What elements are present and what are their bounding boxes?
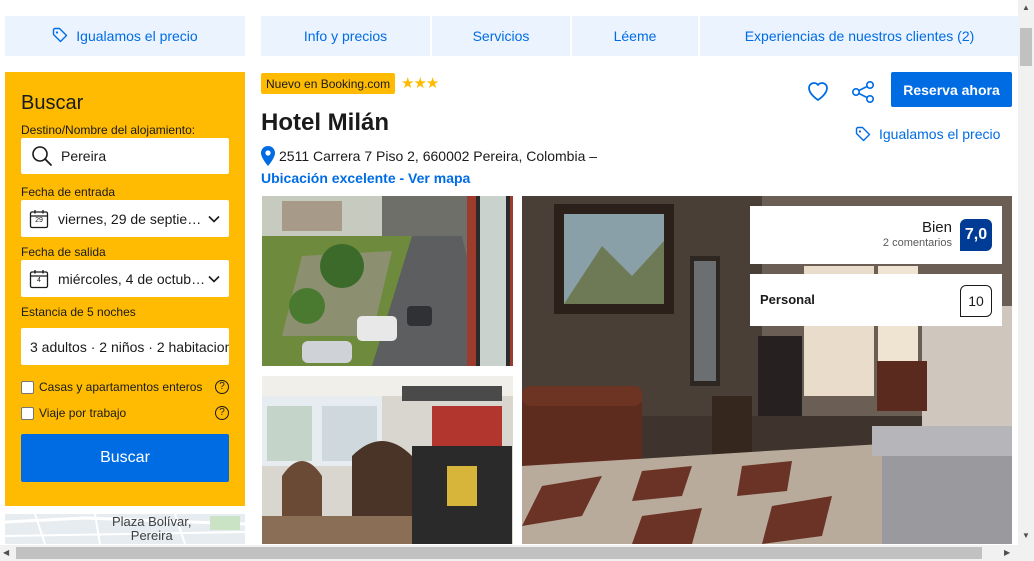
address-text: 2511 Carrera 7 Piso 2, 660002 Pereira, C… — [279, 148, 598, 164]
review-score-badge: 7,0 — [960, 219, 992, 251]
horizontal-scrollbar[interactable]: ◀ ▶ — [0, 545, 1034, 561]
map-place: Plaza Bolívar, — [112, 514, 192, 529]
staff-score-badge: 10 — [960, 285, 992, 317]
review-summary: Bien 2 comentarios — [883, 219, 952, 249]
destination-label: Destino/Nombre del alojamiento: — [21, 123, 196, 137]
chevron-down-icon — [208, 215, 220, 223]
guests-value: 3 adultos · 2 niños · 2 habitaciones — [30, 338, 229, 355]
price-match-link-label: Igualamos el precio — [879, 126, 1001, 142]
star-rating: ★★★ — [401, 75, 439, 92]
share-icon[interactable] — [851, 80, 875, 104]
work-trip-option[interactable]: Viaje por trabajo ? — [21, 406, 229, 420]
reserve-now-button[interactable]: Reserva ahora — [891, 72, 1012, 107]
tab-label: Servicios — [472, 28, 530, 44]
vertical-scroll-thumb[interactable] — [1020, 28, 1032, 66]
tab-label: Experiencias de nuestros clientes (2) — [744, 28, 975, 44]
price-match-link[interactable]: Igualamos el precio — [855, 126, 1000, 142]
help-icon[interactable]: ? — [215, 380, 229, 394]
tab-info-prices[interactable]: Info y precios — [261, 16, 430, 56]
hotel-address: 2511 Carrera 7 Piso 2, 660002 Pereira, C… — [261, 146, 597, 166]
staff-label: Personal — [760, 292, 815, 307]
checkout-date-field[interactable]: 4 miércoles, 4 de octub… — [21, 260, 229, 297]
review-score-card[interactable]: Bien 2 comentarios 7,0 — [750, 206, 1002, 264]
search-panel: Buscar Destino/Nombre del alojamiento: P… — [5, 72, 245, 506]
tag-icon — [855, 126, 871, 142]
entire-homes-checkbox[interactable] — [21, 380, 34, 394]
tab-guest-reviews[interactable]: Experiencias de nuestros clientes (2) — [700, 16, 1019, 56]
search-button[interactable]: Buscar — [21, 434, 229, 482]
vertical-scrollbar[interactable]: ▲ ▼ — [1018, 0, 1034, 545]
chevron-down-icon — [208, 275, 220, 283]
staff-score-card: Personal 10 — [750, 274, 1002, 326]
hotel-name: Hotel Milán — [261, 109, 390, 136]
property-tabs: Info y precios Servicios Léeme Experienc… — [261, 16, 1019, 56]
tab-label: Léeme — [613, 28, 657, 44]
price-match-label: Igualamos el precio — [76, 28, 198, 44]
street-photo-art — [262, 196, 513, 366]
horizontal-scroll-thumb[interactable] — [16, 547, 982, 559]
guests-selector[interactable]: 3 adultos · 2 niños · 2 habitaciones — [21, 328, 229, 365]
checkin-value: viernes, 29 de septie… — [58, 210, 202, 227]
work-trip-label: Viaje por trabajo — [39, 406, 127, 420]
lobby-photo-art — [262, 376, 513, 544]
scroll-up-arrow[interactable]: ▲ — [1022, 3, 1030, 12]
hotel-photo-street[interactable] — [262, 196, 513, 366]
destination-value: Pereira — [61, 148, 107, 164]
map-city: Pereira — [130, 528, 173, 543]
destination-input[interactable]: Pereira — [21, 138, 229, 174]
checkin-date-field[interactable]: 29 viernes, 29 de septie… — [21, 200, 229, 237]
map-preview[interactable]: Plaza Bolívar, Pereira — [5, 514, 245, 544]
work-trip-checkbox[interactable] — [21, 406, 34, 420]
hotel-photo-lobby[interactable] — [262, 376, 513, 544]
stay-length-label: Estancia de 5 noches — [21, 305, 136, 319]
price-match-tab[interactable]: Igualamos el precio — [5, 16, 245, 56]
calendar-icon: 29 — [29, 209, 49, 229]
new-property-badge: Nuevo en Booking.com — [261, 73, 396, 94]
checkin-label: Fecha de entrada — [21, 185, 116, 199]
help-icon[interactable]: ? — [215, 406, 229, 420]
calendar-day: 29 — [35, 216, 43, 224]
tab-label: Info y precios — [303, 28, 388, 44]
tab-services[interactable]: Servicios — [432, 16, 570, 56]
search-title: Buscar — [21, 92, 84, 114]
location-pin-icon — [261, 146, 275, 166]
rating-word: Bien — [921, 219, 952, 236]
heart-icon[interactable] — [806, 80, 830, 102]
scroll-left-arrow[interactable]: ◀ — [3, 548, 9, 557]
review-count: 2 comentarios — [882, 237, 952, 249]
map-label: Plaza Bolívar, Pereira — [112, 515, 192, 543]
tab-read-me[interactable]: Léeme — [572, 16, 698, 56]
checkout-value: miércoles, 4 de octub… — [58, 270, 206, 287]
scroll-down-arrow[interactable]: ▼ — [1022, 531, 1030, 540]
checkout-label: Fecha de salida — [21, 245, 106, 259]
entire-homes-label: Casas y apartamentos enteros — [39, 380, 203, 394]
scroll-right-arrow[interactable]: ▶ — [1004, 548, 1010, 557]
search-icon — [31, 145, 53, 167]
tag-icon — [52, 27, 68, 46]
entire-homes-option[interactable]: Casas y apartamentos enteros ? — [21, 380, 229, 394]
location-map-link[interactable]: Ubicación excelente - Ver mapa — [261, 170, 470, 186]
calendar-day: 4 — [37, 276, 41, 284]
calendar-icon: 4 — [29, 269, 49, 289]
